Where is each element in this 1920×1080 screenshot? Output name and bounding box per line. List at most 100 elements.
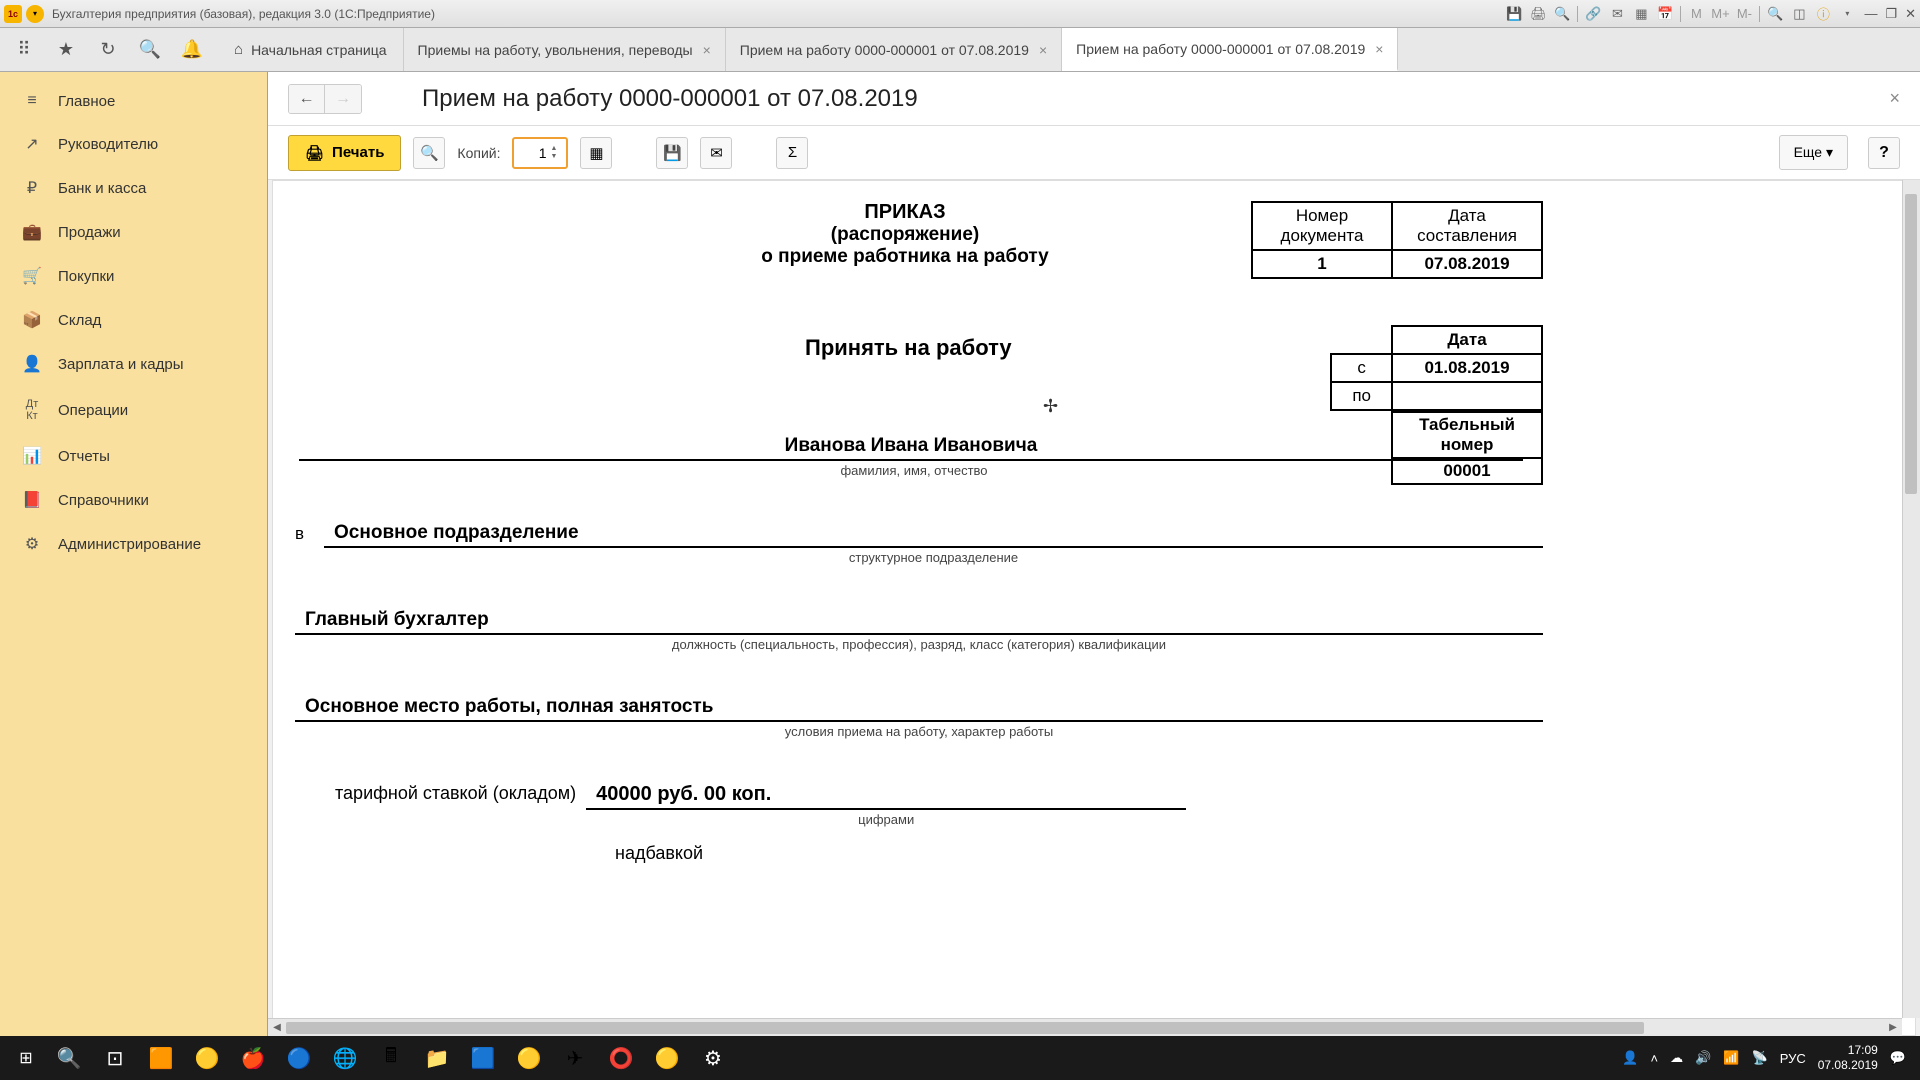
close-button[interactable]: ✕ [1905,6,1916,22]
scroll-left-icon[interactable]: ◀ [268,1022,286,1033]
calculator-icon[interactable]: 🖩 [368,1038,414,1078]
cloud-icon[interactable]: ☁ [1670,1050,1683,1066]
mail-icon[interactable]: ✉ [1608,5,1626,23]
powerpoint-icon[interactable]: 🟧 [138,1038,184,1078]
sidebar-item-label: Зарплата и кадры [58,356,184,373]
back-button[interactable]: ← [289,85,325,113]
apps-icon[interactable]: ⠿ [8,34,40,66]
sidebar-item-label: Администрирование [58,536,201,553]
save-file-button[interactable]: 💾 [656,137,688,169]
copies-label: Копий: [457,145,500,161]
date-icon[interactable]: 📅 [1656,5,1674,23]
more-button[interactable]: Еще ▾ [1779,135,1848,170]
m-icon[interactable]: M [1687,5,1705,23]
wifi-icon[interactable]: 📡 [1752,1050,1768,1066]
save-icon[interactable]: 💾 [1505,5,1523,23]
sidebar-item-main[interactable]: ≡Главное [0,80,267,122]
preview-button[interactable]: 🔍 [413,137,445,169]
skype-icon[interactable]: 🔵 [276,1038,322,1078]
print-icon[interactable]: 🖨 [1529,5,1547,23]
horizontal-scrollbar[interactable]: ◀ ▶ [268,1018,1902,1036]
tab-close-icon[interactable]: × [1039,42,1047,58]
manager-icon: ↗ [20,134,44,154]
spinner-up-icon[interactable]: ▲ [550,145,557,153]
salary-value: 40000 руб. 00 коп. [586,783,1186,810]
sidebar-item-bank[interactable]: ₽Банк и касса [0,166,267,210]
history-icon[interactable]: ↻ [92,34,124,66]
word-icon[interactable]: 🟦 [460,1038,506,1078]
1c-icon-2[interactable]: 🟡 [644,1038,690,1078]
sidebar: ≡Главное ↗Руководителю ₽Банк и касса 💼Пр… [0,72,268,1036]
copies-input[interactable] [514,145,550,161]
content-close-button[interactable]: × [1889,88,1900,109]
sidebar-item-operations[interactable]: ДтКтОперации [0,386,267,434]
start-button[interactable]: ⊞ [6,1038,46,1078]
sidebar-item-manager[interactable]: ↗Руководителю [0,122,267,166]
sidebar-item-refs[interactable]: 📕Справочники [0,478,267,522]
send-mail-button[interactable]: ✉ [700,137,732,169]
position-sublabel: должность (специальность, профессия), ра… [295,637,1543,652]
m-minus-icon[interactable]: M- [1735,5,1753,23]
panes-icon[interactable]: ◫ [1790,5,1808,23]
sidebar-item-warehouse[interactable]: 📦Склад [0,298,267,342]
lang-indicator[interactable]: РУС [1780,1051,1806,1066]
sidebar-item-salary[interactable]: 👤Зарплата и кадры [0,342,267,386]
order-title: ПРИКАЗ [685,201,1125,224]
sidebar-item-admin[interactable]: ⚙Администрирование [0,522,267,566]
tab-hiring-doc-1[interactable]: Прием на работу 0000-000001 от 07.08.201… [726,28,1062,71]
notifications-tray-icon[interactable]: 💬 [1890,1050,1906,1066]
network-icon[interactable]: 📶 [1723,1050,1739,1066]
tab-close-icon[interactable]: × [703,42,711,58]
sidebar-item-purchases[interactable]: 🛒Покупки [0,254,267,298]
tab-home[interactable]: ⌂ Начальная страница [218,28,404,71]
favorite-icon[interactable]: ★ [50,34,82,66]
maximize-button[interactable]: ❐ [1885,6,1897,22]
sidebar-item-sales[interactable]: 💼Продажи [0,210,267,254]
spreadsheet-button[interactable]: ▦ [580,137,612,169]
app-menu-dropdown[interactable]: ▾ [26,5,44,23]
spinner-down-icon[interactable]: ▼ [550,153,557,161]
tray-up-icon[interactable]: ˄ [1651,1051,1659,1066]
volume-icon[interactable]: 🔊 [1695,1050,1711,1066]
info-icon[interactable]: ⓘ [1814,5,1832,23]
tab-close-icon[interactable]: × [1375,41,1383,57]
app-logo-icon: 1c [4,5,22,23]
1c-icon-1[interactable]: 🟡 [506,1038,552,1078]
apple-icon[interactable]: 🍎 [230,1038,276,1078]
sidebar-item-reports[interactable]: 📊Отчеты [0,434,267,478]
copies-spinner[interactable]: ▲▼ [512,137,568,169]
date-range-table: Дата с01.08.2019 по [1330,325,1543,411]
print-button[interactable]: 🖨 Печать [288,135,401,171]
telegram-icon[interactable]: ✈ [552,1038,598,1078]
sum-button[interactable]: Σ [776,137,808,169]
forward-button[interactable]: → [325,85,361,113]
m-plus-icon[interactable]: M+ [1711,5,1729,23]
minimize-button[interactable]: — [1864,6,1877,22]
settings-icon[interactable]: ⚙ [690,1038,736,1078]
chrome-icon[interactable]: ⭕ [598,1038,644,1078]
order-subtitle: (распоряжение) [685,224,1125,246]
people-icon[interactable]: 👤 [1622,1050,1638,1066]
vertical-scrollbar[interactable] [1902,180,1920,1018]
calendar-icon[interactable]: ▦ [1632,5,1650,23]
browser-icon[interactable]: 🌐 [322,1038,368,1078]
search-icon[interactable]: 🔍 [134,34,166,66]
yandex-icon[interactable]: 🟡 [184,1038,230,1078]
zoom-icon[interactable]: 🔍 [1766,5,1784,23]
tab-hiring-doc-2[interactable]: Прием на работу 0000-000001 от 07.08.201… [1062,28,1398,71]
tab-label: Прием на работу 0000-000001 от 07.08.201… [1076,41,1365,57]
preview-icon[interactable]: 🔍 [1553,5,1571,23]
info-dropdown-icon[interactable]: ▾ [1838,5,1856,23]
scroll-right-icon[interactable]: ▶ [1884,1022,1902,1033]
document-scroll-area[interactable]: ПРИКАЗ (распоряжение) о приеме работника… [268,180,1920,1036]
tab-hiring-list[interactable]: Приемы на работу, увольнения, переводы × [404,28,726,71]
link-icon[interactable]: 🔗 [1584,5,1602,23]
explorer-icon[interactable]: 📁 [414,1038,460,1078]
clock[interactable]: 17:09 07.08.2019 [1818,1043,1878,1073]
search-taskbar-icon[interactable]: 🔍 [46,1038,92,1078]
window-title: Бухгалтерия предприятия (базовая), редак… [52,7,1505,21]
taskview-icon[interactable]: ⊡ [92,1038,138,1078]
notifications-icon[interactable]: 🔔 [176,34,208,66]
help-button[interactable]: ? [1868,137,1900,169]
salary-sublabel: цифрами [586,812,1186,827]
